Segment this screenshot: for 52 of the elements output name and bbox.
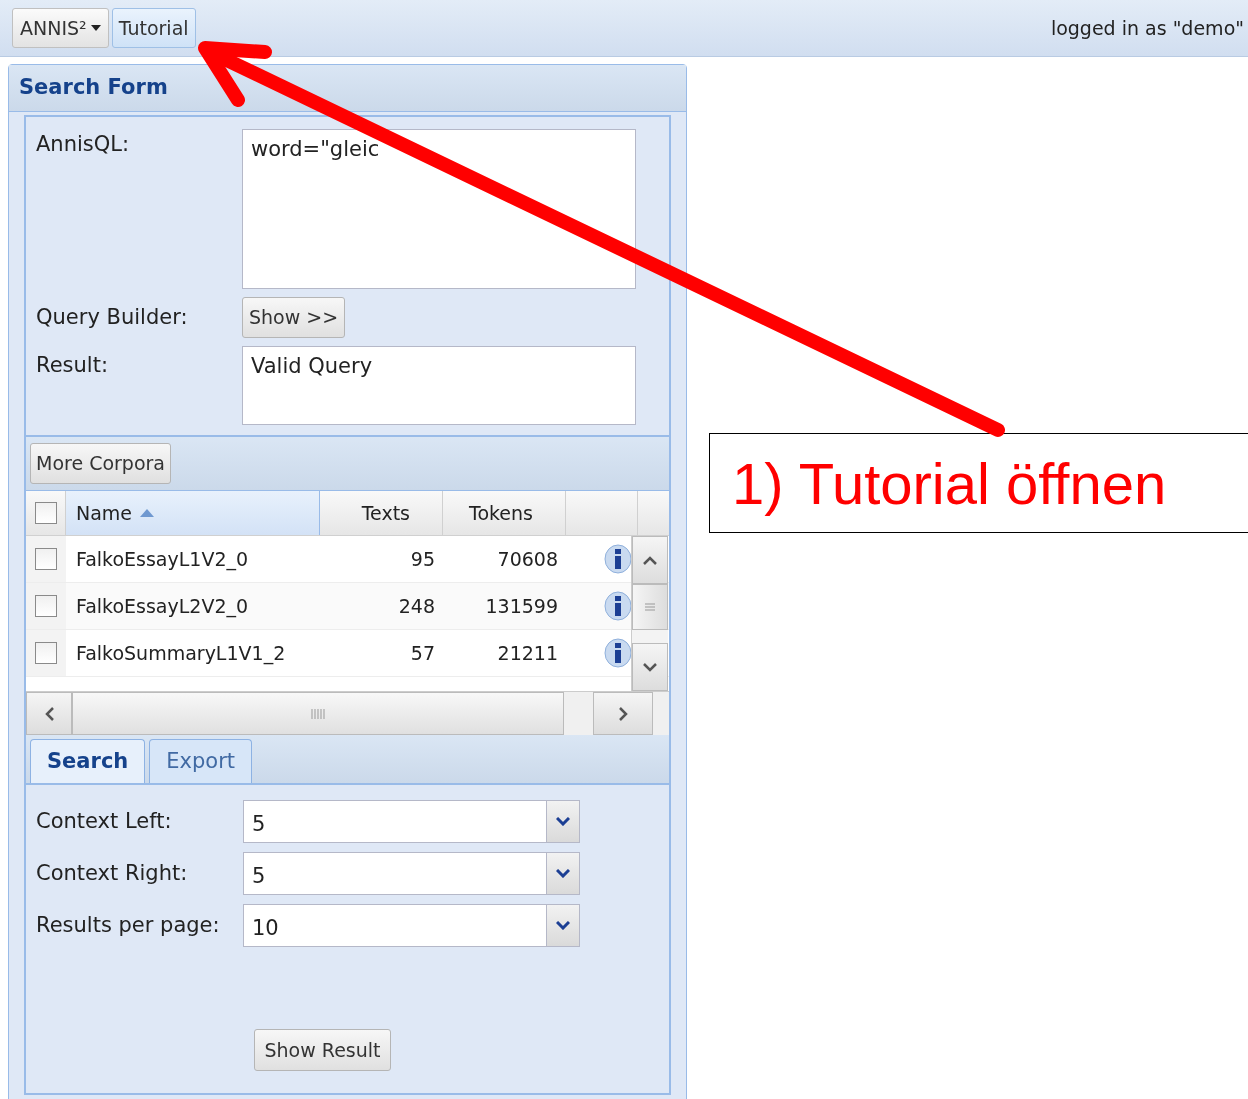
dropdown-field[interactable]: 10 [243, 904, 580, 947]
show-result-button[interactable]: Show Result [254, 1029, 391, 1071]
dropdown-field[interactable]: 5 [243, 800, 580, 843]
checkbox[interactable] [34, 502, 57, 524]
table-cell-text: FalkoEssayL2V2_0 [75, 593, 250, 620]
field-label: Result: [36, 352, 109, 379]
caret-icon [90, 25, 101, 31]
column-header[interactable]: Tokens [443, 491, 566, 535]
show-query-builder-button[interactable]: Show >> [242, 297, 346, 338]
checkbox[interactable] [35, 595, 57, 617]
panel-title: Search Form [19, 74, 168, 102]
chevron-up-icon [643, 555, 657, 565]
field-label: AnnisQL: [36, 131, 131, 158]
tab[interactable]: Search [30, 739, 146, 783]
grip-icon [645, 603, 655, 611]
table-cell-text: FalkoEssayL1V2_0 [75, 546, 250, 573]
column-header[interactable]: Texts [320, 491, 443, 535]
table-cell-text: 248 [397, 593, 436, 619]
table-cell-text: 57 [409, 640, 436, 666]
checkbox[interactable] [35, 548, 57, 570]
table-cell-text: 21211 [496, 640, 559, 666]
info-icon[interactable] [604, 591, 632, 621]
chevron-left-icon [44, 706, 54, 721]
dropdown-field[interactable]: 5 [243, 852, 580, 895]
column-header[interactable]: Name [66, 491, 320, 535]
table-cell-text: 131599 [484, 593, 559, 619]
scroll-left-button[interactable] [26, 692, 72, 735]
info-icon[interactable] [604, 638, 632, 668]
tab[interactable]: Export [149, 739, 253, 783]
grip-icon [311, 708, 325, 719]
table-cell-text: 70608 [496, 546, 559, 572]
scroll-right-button[interactable] [593, 692, 653, 735]
checkbox[interactable] [35, 642, 57, 664]
field-label: Query Builder: [36, 303, 189, 331]
field-label: Results per page: [36, 911, 221, 939]
result-box: Valid Query [242, 346, 636, 425]
info-icon[interactable] [604, 544, 632, 574]
chevron-right-icon [618, 706, 628, 721]
scroll-thumb[interactable] [632, 584, 668, 630]
user-status: logged in as "demo" [1050, 15, 1244, 41]
table-cell-text: 95 [409, 546, 436, 572]
field-label: Context Left: [36, 807, 173, 835]
horizontal-scroll-thumb[interactable] [72, 692, 564, 735]
table-cell-text: FalkoSummaryL1V1_2 [75, 640, 287, 667]
more-corpora-button[interactable]: More Corpora [30, 443, 171, 484]
tutorial-button[interactable]: Tutorial [111, 8, 196, 48]
app-menu-button[interactable]: ANNIS² [12, 8, 109, 48]
annotation-text: 1) Tutorial öffnen [732, 449, 1167, 518]
chevron-down-icon [643, 662, 657, 672]
sort-ascending-icon [140, 509, 155, 517]
query-input[interactable]: word="gleic [242, 129, 636, 289]
field-label: Context Right: [36, 859, 189, 887]
